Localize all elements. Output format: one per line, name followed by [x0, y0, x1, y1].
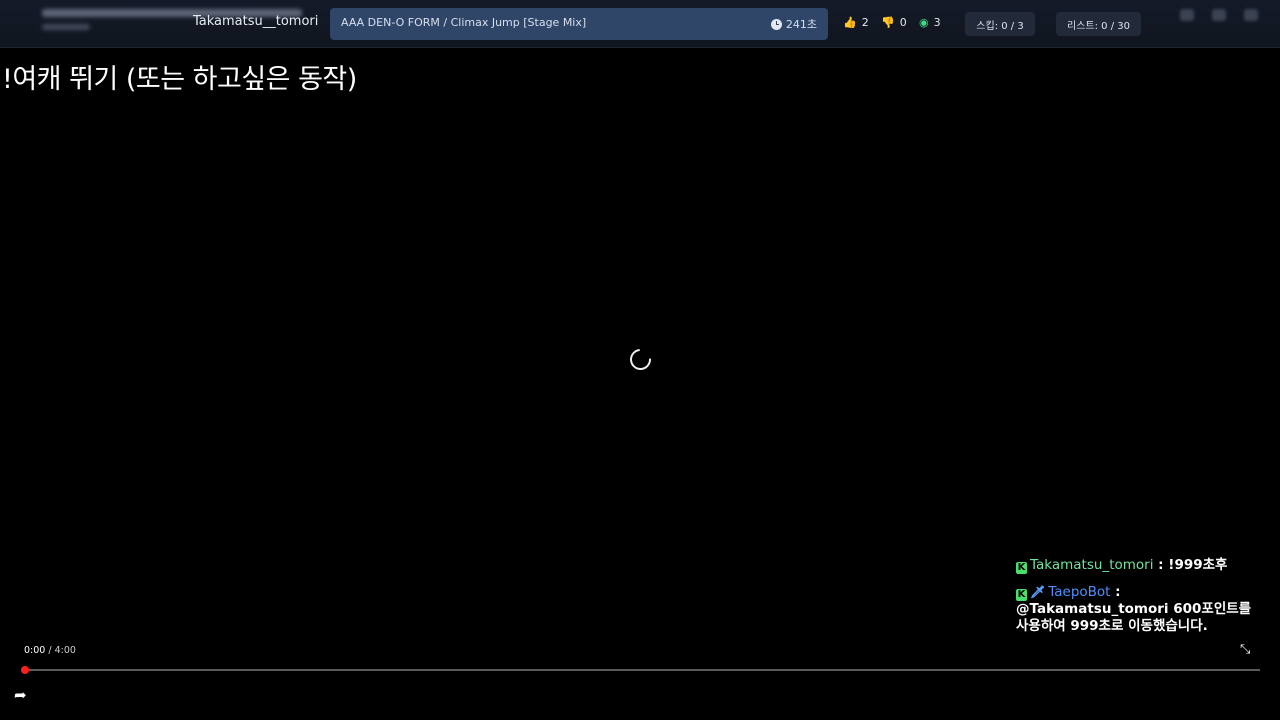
list-count-pill: 리스트: 0 / 30 — [1056, 12, 1141, 36]
loading-spinner-icon — [625, 344, 656, 375]
kick-k-icon: K — [1016, 589, 1027, 601]
total-time: 4:00 — [54, 645, 76, 656]
sword-icon: 🗡 — [1030, 585, 1046, 599]
time-separator: / — [45, 645, 55, 656]
top-bar: Takamatsu__tomori AAA DEN-O FORM / Clima… — [0, 0, 1280, 48]
faint-toolbar-icons — [1180, 9, 1258, 21]
current-time: 0:00 — [24, 645, 46, 656]
share-icon[interactable]: ➦ — [14, 686, 27, 704]
expand-icon[interactable]: ⤡ — [1240, 642, 1250, 657]
current-song-box[interactable]: AAA DEN-O FORM / Climax Jump [Stage Mix]… — [330, 8, 828, 40]
eye-icon: ◉ — [919, 16, 929, 29]
view-count: 3 — [933, 16, 941, 29]
clock-icon — [770, 18, 782, 30]
chat-username: TaepoBot — [1048, 584, 1111, 600]
chat-separator: : — [1110, 584, 1121, 600]
song-title: AAA DEN-O FORM / Climax Jump [Stage Mix] — [341, 16, 587, 29]
chat-text: @Takamatsu_tomori 600포인트를 사용하여 999초로 이동했… — [1016, 601, 1252, 634]
command-overlay-text: !여캐 뛰기 (또는 하고싶은 동작) — [2, 64, 357, 95]
requester-username: Takamatsu__tomori — [193, 14, 319, 29]
playback-time: 0:00 / 4:00 — [24, 645, 76, 656]
chat-separator: : — [1153, 557, 1169, 573]
thumbs-up-icon: 👍 — [843, 16, 857, 29]
song-duration: 241초 — [770, 16, 817, 32]
menu-icon[interactable] — [1212, 9, 1226, 21]
chat-username: Takamatsu_tomori — [1030, 557, 1154, 573]
kick-k-icon: K — [1016, 562, 1027, 574]
thumbs-down-icon: 👎 — [881, 16, 895, 29]
like-count: 2 — [861, 16, 869, 29]
chat-text: !999초후 — [1168, 557, 1228, 573]
volume-icon[interactable] — [1180, 9, 1194, 21]
progress-scrubber[interactable] — [21, 666, 29, 674]
settings-icon[interactable] — [1244, 9, 1258, 21]
like-stat[interactable]: 👍 2 — [843, 16, 869, 29]
chat-overlay: K Takamatsu_tomori : !999초후 K 🗡 TaepoBot : … — [1016, 557, 1262, 645]
chat-message: K 🗡 TaepoBot : @Takamatsu_tomori 600포인트를 사… — [1016, 584, 1262, 635]
chat-message: K Takamatsu_tomori : !999초후 — [1016, 557, 1262, 574]
skip-count-pill: 스킵: 0 / 3 — [965, 12, 1035, 36]
view-stat: ◉ 3 — [919, 16, 941, 29]
progress-bar[interactable] — [25, 669, 1260, 671]
dislike-count: 0 — [899, 16, 907, 29]
song-duration-text: 241초 — [785, 18, 817, 31]
dislike-stat[interactable]: 👎 0 — [881, 16, 907, 29]
